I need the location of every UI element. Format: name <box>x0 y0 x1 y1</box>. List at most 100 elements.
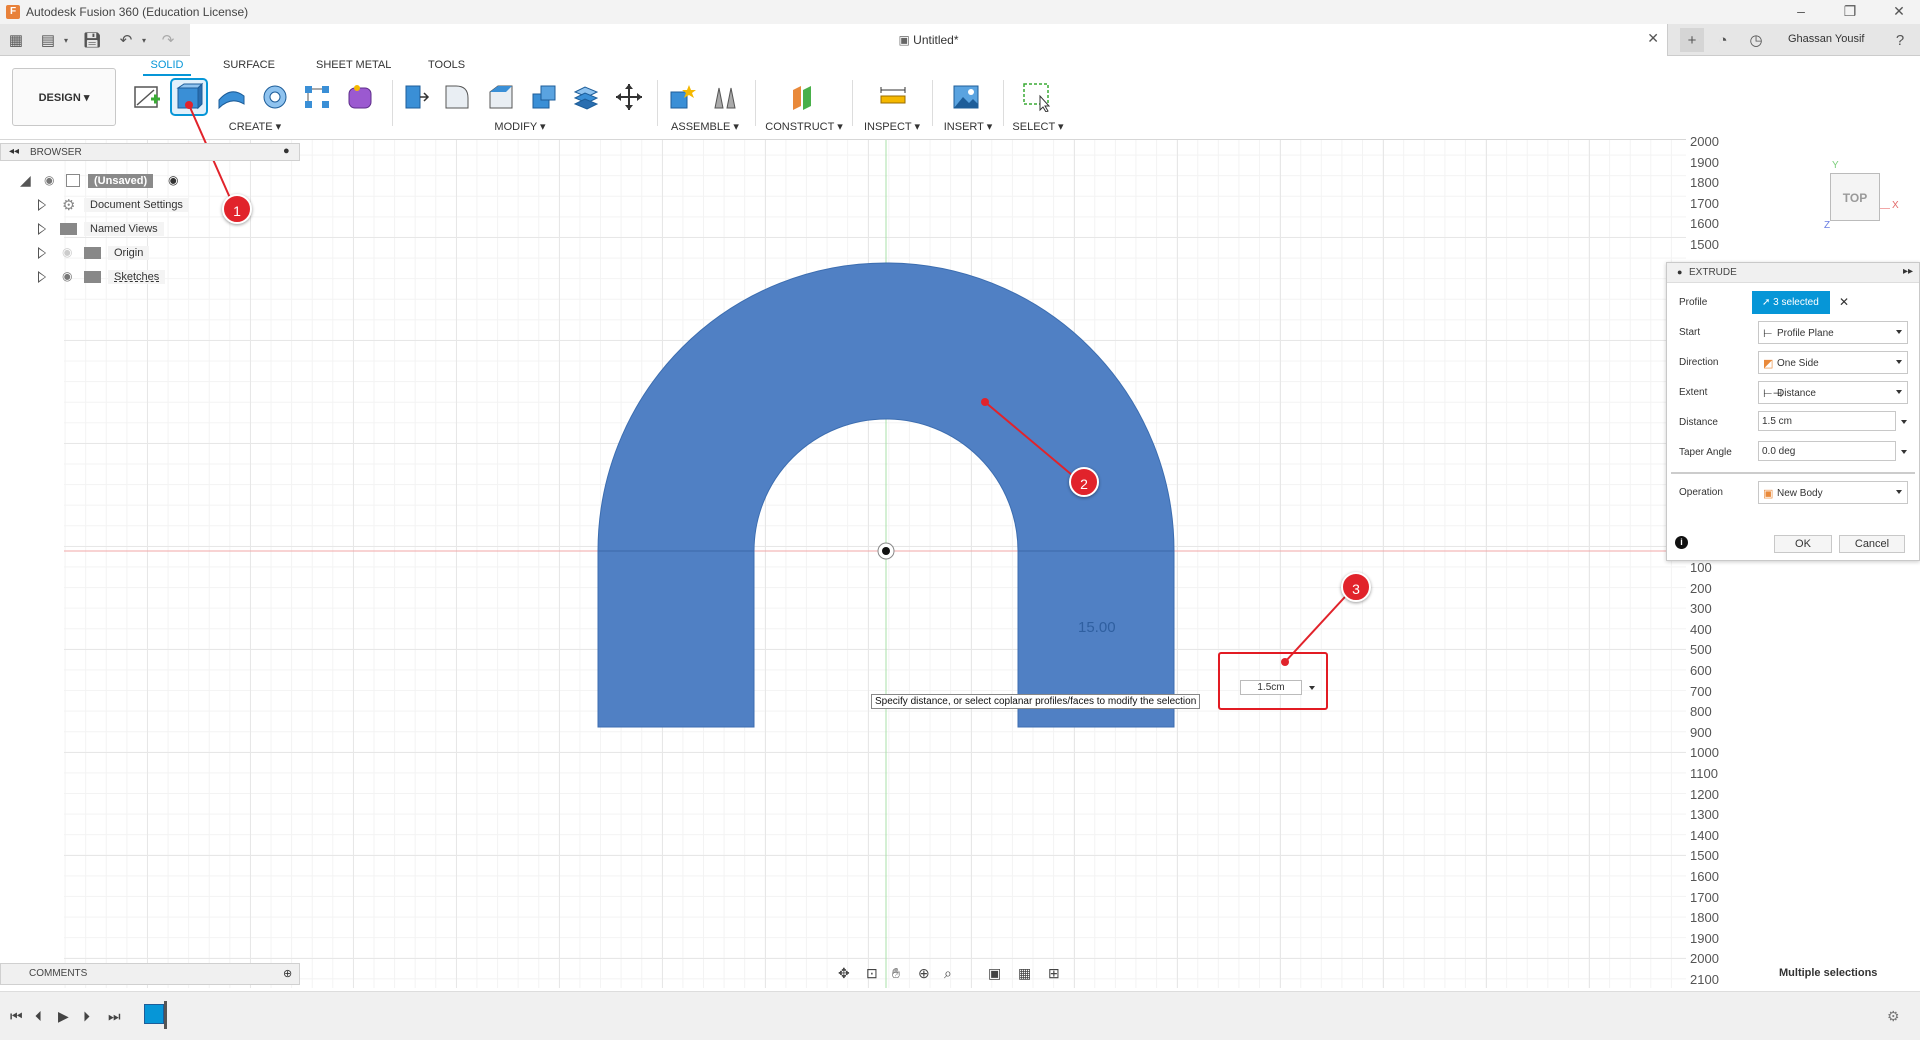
operation-label: Operation <box>1679 487 1723 498</box>
ruler-tick-label: 200 <box>1690 580 1712 596</box>
start-value: Profile Plane <box>1777 328 1834 339</box>
taper-angle-field[interactable]: 0.0 deg <box>1758 441 1896 461</box>
go-to-end-icon[interactable]: ⏭ <box>108 1008 121 1025</box>
browser-item-origin[interactable]: ◉ Origin <box>0 242 300 264</box>
browser-item-sketches[interactable]: ◉ Sketches <box>0 266 300 288</box>
distance-field[interactable]: 1.5 cm <box>1758 411 1896 431</box>
expand-chevron-icon[interactable] <box>38 271 46 283</box>
play-icon[interactable]: ▶ <box>58 1008 69 1025</box>
browser-pin-icon[interactable]: ● <box>283 145 290 157</box>
taper-row: Taper Angle 0.0 deg <box>1667 439 1919 465</box>
direction-dropdown[interactable]: ◩ One Side <box>1758 351 1908 374</box>
folder-icon <box>84 247 101 259</box>
extrude-title: EXTRUDE <box>1689 267 1737 278</box>
step-forward-icon[interactable]: ⏵ <box>83 1008 90 1025</box>
fit-icon[interactable]: ⌕ <box>944 965 952 982</box>
step-back-icon[interactable]: ⏴ <box>35 1008 42 1025</box>
cancel-button[interactable]: Cancel <box>1839 535 1905 553</box>
distance-label: Distance <box>1679 417 1718 428</box>
folder-icon <box>84 271 101 283</box>
ok-button[interactable]: OK <box>1774 535 1832 553</box>
operation-row: Operation ▣ New Body <box>1667 479 1919 505</box>
dropdown-caret-icon <box>1896 360 1902 364</box>
browser-item-label: Sketches <box>108 270 166 284</box>
view-cube[interactable]: Y X Z TOP <box>1824 160 1914 240</box>
ruler-tick-label: 2100 <box>1690 972 1719 987</box>
go-to-start-icon[interactable]: ⏮ <box>10 1008 23 1025</box>
zoom-icon[interactable]: ⊕ <box>918 965 930 982</box>
start-label: Start <box>1679 327 1701 338</box>
fusion-app: F Autodesk Fusion 360 (Education License… <box>0 0 1920 1040</box>
ruler-tick-label: 400 <box>1690 621 1712 637</box>
callout-2: 2 <box>1069 467 1099 497</box>
ruler-tick-label: 1400 <box>1690 827 1719 843</box>
dropdown-caret-icon <box>1896 390 1902 394</box>
clear-selection-icon[interactable]: ✕ <box>1839 295 1849 309</box>
selection-status: Multiple selections <box>1779 967 1878 979</box>
view-cube-face[interactable]: TOP <box>1830 173 1880 221</box>
ruler-tick-label: 600 <box>1690 663 1712 678</box>
expand-chevron-icon[interactable] <box>38 223 46 235</box>
extent-dropdown[interactable]: ⊢⊣ Distance <box>1758 381 1908 404</box>
ruler-tick-label: 500 <box>1690 642 1712 658</box>
view-axis-x: X <box>1892 200 1899 211</box>
info-icon[interactable]: i <box>1675 536 1688 549</box>
taper-caret-icon[interactable] <box>1901 450 1907 454</box>
dialog-expand-icon[interactable]: ▸▸ <box>1903 266 1913 277</box>
visibility-eye-icon[interactable]: ◉ <box>62 269 72 283</box>
browser-item-named-views[interactable]: Named Views <box>0 218 300 240</box>
extrude-header[interactable]: ● EXTRUDE ▸▸ <box>1667 263 1919 283</box>
tooltip: Specify distance, or select coplanar pro… <box>871 694 1201 709</box>
cursor-icon: ➚ <box>1762 297 1774 308</box>
profile-selection-button[interactable]: ➚ 3 selected <box>1752 291 1830 314</box>
browser-item-label: Named Views <box>84 222 164 236</box>
operation-dropdown[interactable]: ▣ New Body <box>1758 481 1908 504</box>
extent-row: Extent ⊢⊣ Distance <box>1667 379 1919 405</box>
ruler-tick-label: 1900 <box>1690 930 1719 946</box>
pan-icon[interactable]: ✋︎ <box>892 965 900 982</box>
expand-triangle-icon[interactable]: ◢ <box>20 172 31 189</box>
extent-label: Extent <box>1679 387 1708 398</box>
browser-item-label: (Unsaved) <box>88 174 154 188</box>
extrude-dialog: ● EXTRUDE ▸▸ Profile ➚ 3 selected ✕ Star… <box>1666 262 1920 561</box>
expand-chevron-icon[interactable] <box>38 199 46 211</box>
orbit-icon[interactable]: ✥ <box>838 965 850 982</box>
browser-item-root[interactable]: ◢ ◉ (Unsaved) ◉ <box>0 170 300 192</box>
ruler-tick-label: 1800 <box>1690 175 1719 191</box>
view-axis-y: Y <box>1832 160 1839 171</box>
ruler-tick-label: 700 <box>1690 683 1712 699</box>
distance-caret-icon[interactable] <box>1901 420 1907 424</box>
ruler-tick-label: 1700 <box>1690 195 1719 211</box>
ruler-tick-label: 1300 <box>1690 807 1719 823</box>
callout-anchor <box>185 101 193 109</box>
ruler-tick-label: 1000 <box>1690 745 1719 761</box>
look-at-icon[interactable]: ⊡ <box>866 965 878 982</box>
view-axis-z: Z <box>1824 220 1831 231</box>
collapse-browser-icon[interactable]: ◂◂ <box>9 146 19 157</box>
browser-item-document-settings[interactable]: ⚙ Document Settings <box>0 194 300 216</box>
comments-panel: COMMENTS ⊕ <box>0 963 300 985</box>
callout-anchor <box>981 398 989 406</box>
timeline-marker[interactable] <box>164 1001 167 1029</box>
distance-dropdown-icon[interactable] <box>1309 686 1315 690</box>
grid-settings-icon[interactable]: ▦ <box>1018 965 1031 982</box>
ruler-tick-label: 900 <box>1690 724 1712 740</box>
distance-input-overlay[interactable]: 1.5cm <box>1240 680 1302 695</box>
expand-chevron-icon[interactable] <box>38 247 46 259</box>
display-settings-icon[interactable]: ▣ <box>988 965 1001 982</box>
start-dropdown[interactable]: ⊢ Profile Plane <box>1758 321 1908 344</box>
timeline-feature-sketch[interactable] <box>144 1004 164 1024</box>
timeline-settings-gear-icon[interactable]: ⚙ <box>1887 1008 1900 1025</box>
dialog-collapse-icon[interactable]: ● <box>1677 267 1682 277</box>
start-row: Start ⊢ Profile Plane <box>1667 319 1919 345</box>
viewports-icon[interactable]: ⊞ <box>1048 965 1060 982</box>
ruler-tick-label: 1600 <box>1690 869 1719 884</box>
timeline: ⏮ ⏴ ▶ ⏵ ⏭ ⚙ <box>0 991 1920 1040</box>
taper-label: Taper Angle <box>1679 447 1732 458</box>
dialog-divider <box>1671 472 1915 474</box>
activate-radio-icon[interactable]: ◉ <box>168 173 178 187</box>
hidden-eye-icon[interactable]: ◉ <box>62 245 72 259</box>
profile-row: Profile ➚ 3 selected ✕ <box>1667 289 1919 315</box>
add-comment-icon[interactable]: ⊕ <box>283 967 292 980</box>
visibility-eye-icon[interactable]: ◉ <box>44 173 54 187</box>
